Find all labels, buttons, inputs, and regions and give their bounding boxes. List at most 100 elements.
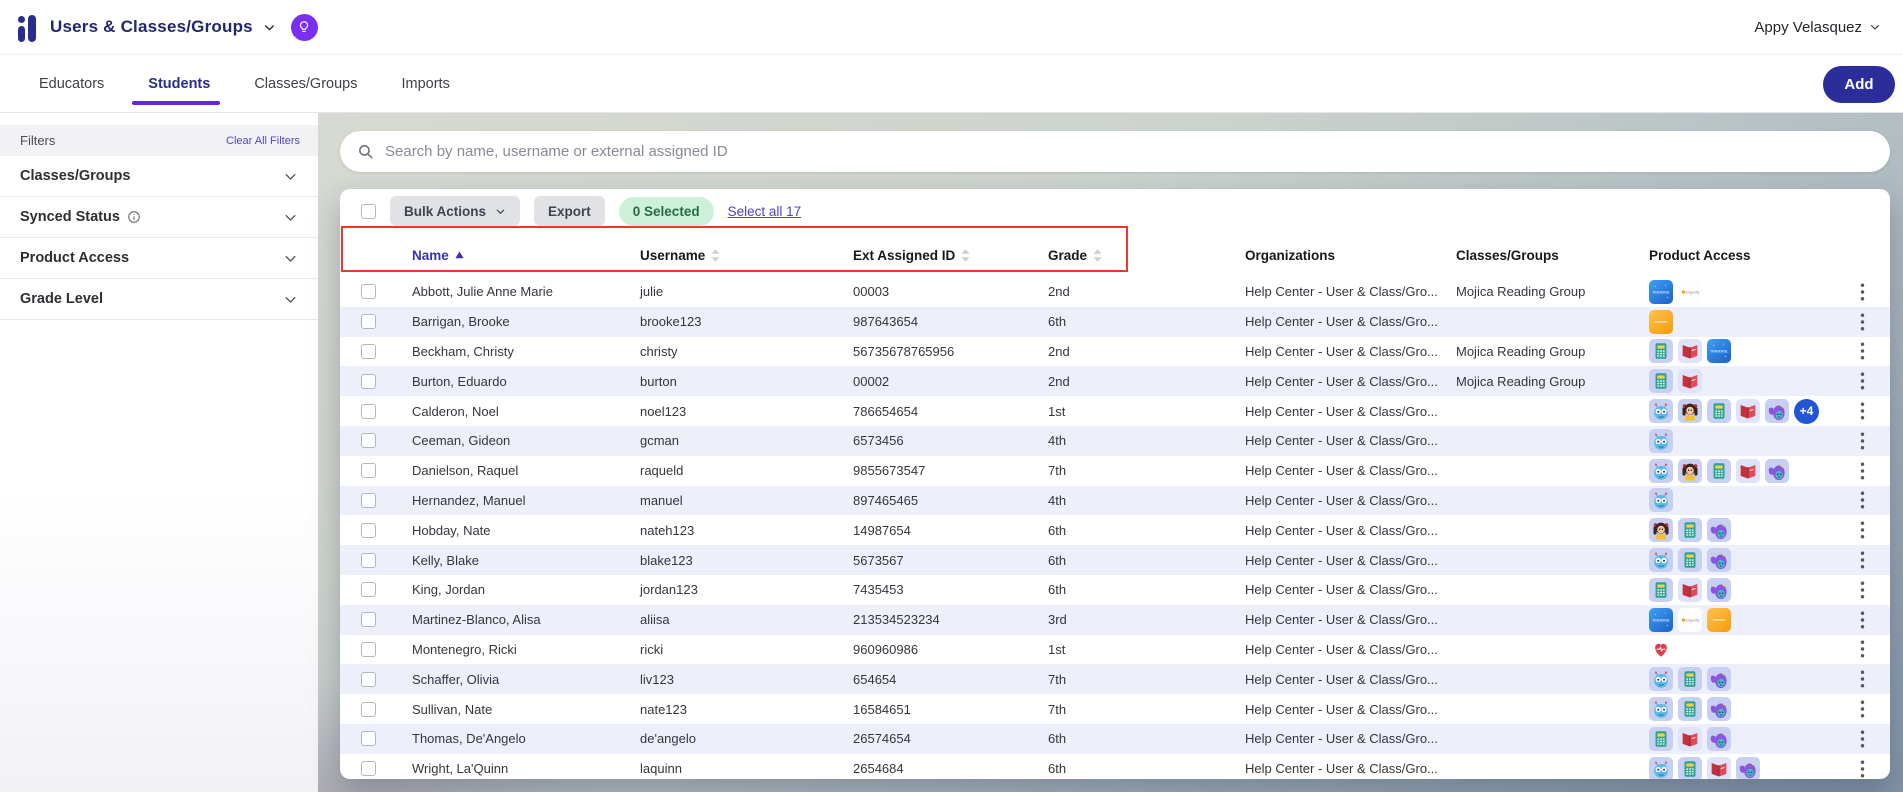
row-checkbox[interactable] <box>361 463 376 478</box>
column-header-ext-assigned-id[interactable]: Ext Assigned ID <box>837 248 1032 263</box>
calculator-product-icon <box>1707 399 1731 423</box>
cell-username: nateh123 <box>624 523 837 538</box>
cell-name: Montenegro, Ricki <box>396 642 624 657</box>
cell-ext-id: 654654 <box>837 672 1032 687</box>
row-checkbox[interactable] <box>361 672 376 687</box>
row-kebab-menu-icon[interactable] <box>1856 517 1869 543</box>
row-kebab-menu-icon[interactable] <box>1856 636 1869 662</box>
row-checkbox[interactable] <box>361 404 376 419</box>
row-kebab-menu-icon[interactable] <box>1856 696 1869 722</box>
row-kebab-menu-icon[interactable] <box>1856 338 1869 364</box>
column-header-name[interactable]: Name <box>396 248 624 263</box>
row-kebab-menu-icon[interactable] <box>1856 607 1869 633</box>
column-header-grade[interactable]: Grade <box>1032 248 1229 263</box>
bulk-actions-button[interactable]: Bulk Actions <box>390 196 520 226</box>
cell-organizations: Help Center - User & Class/Gro... <box>1229 284 1440 299</box>
purple-monster-product-icon <box>1765 459 1789 483</box>
cell-grade: 7th <box>1032 463 1229 478</box>
cell-organizations: Help Center - User & Class/Gro... <box>1229 582 1440 597</box>
row-checkbox[interactable] <box>361 344 376 359</box>
column-header-username[interactable]: Username <box>624 248 837 263</box>
export-button[interactable]: Export <box>534 196 605 226</box>
column-header-classes-groups: Classes/Groups <box>1440 248 1635 263</box>
purple-monster-product-icon <box>1707 518 1731 542</box>
heartbeat-product-icon <box>1649 637 1673 661</box>
select-all-link[interactable]: Select all 17 <box>728 204 802 219</box>
cell-organizations: Help Center - User & Class/Gro... <box>1229 523 1440 538</box>
row-checkbox[interactable] <box>361 284 376 299</box>
row-checkbox[interactable] <box>361 314 376 329</box>
red-book-product-icon <box>1707 757 1731 779</box>
main-panel: Bulk Actions Export 0 Selected Select al… <box>318 113 1903 792</box>
table-row: Burton, Eduardo burton 00002 2nd Help Ce… <box>340 366 1890 396</box>
row-kebab-menu-icon[interactable] <box>1856 756 1869 779</box>
cell-product-access <box>1635 548 1834 572</box>
svg-text:TRAVERSE: TRAVERSE <box>1652 290 1670 294</box>
cell-organizations: Help Center - User & Class/Gro... <box>1229 433 1440 448</box>
row-checkbox[interactable] <box>361 523 376 538</box>
row-kebab-menu-icon[interactable] <box>1856 458 1869 484</box>
add-button[interactable]: Add <box>1823 66 1895 103</box>
robot-product-icon <box>1649 488 1673 512</box>
orange-app-product-icon <box>1707 608 1731 632</box>
tab-imports[interactable]: Imports <box>399 57 451 111</box>
top-bar: Users & Classes/Groups Appy Velasquez <box>0 0 1903 54</box>
row-checkbox[interactable] <box>361 493 376 508</box>
row-kebab-menu-icon[interactable] <box>1856 666 1869 692</box>
row-checkbox[interactable] <box>361 642 376 657</box>
row-checkbox[interactable] <box>361 702 376 717</box>
tabs-bar: Educators Students Classes/Groups Import… <box>0 54 1903 113</box>
cell-username: laquinn <box>624 761 837 776</box>
row-checkbox[interactable] <box>361 374 376 389</box>
cell-name: Wright, La'Quinn <box>396 761 624 776</box>
filter-section-grade-level[interactable]: Grade Level <box>0 279 318 320</box>
search-input[interactable] <box>385 143 1873 160</box>
row-checkbox[interactable] <box>361 582 376 597</box>
page-title: Users & Classes/Groups <box>50 17 253 37</box>
cell-ext-id: 5673567 <box>837 553 1032 568</box>
row-checkbox[interactable] <box>361 433 376 448</box>
title-chevron-down-icon[interactable] <box>263 21 276 34</box>
tab-classes-groups[interactable]: Classes/Groups <box>252 57 359 111</box>
robot-product-icon <box>1649 757 1673 779</box>
cell-ext-id: 00003 <box>837 284 1032 299</box>
row-checkbox[interactable] <box>361 553 376 568</box>
tab-students[interactable]: Students <box>146 57 212 111</box>
svg-text:dragonfly: dragonfly <box>1685 618 1700 622</box>
svg-text:dragonfly: dragonfly <box>1685 291 1700 295</box>
cell-ext-id: 7435453 <box>837 582 1032 597</box>
row-checkbox[interactable] <box>361 761 376 776</box>
row-kebab-menu-icon[interactable] <box>1856 726 1869 752</box>
product-overflow-badge[interactable]: +4 <box>1794 399 1819 424</box>
row-kebab-menu-icon[interactable] <box>1856 309 1869 335</box>
table-row: Kelly, Blake blake123 5673567 6th Help C… <box>340 545 1890 575</box>
row-kebab-menu-icon[interactable] <box>1856 368 1869 394</box>
row-checkbox[interactable] <box>361 731 376 746</box>
cell-ext-id: 00002 <box>837 374 1032 389</box>
tab-educators[interactable]: Educators <box>37 57 106 111</box>
lightbulb-icon <box>297 20 311 34</box>
row-kebab-menu-icon[interactable] <box>1856 547 1869 573</box>
cell-ext-id: 960960986 <box>837 642 1032 657</box>
row-checkbox[interactable] <box>361 612 376 627</box>
robot-product-icon <box>1649 399 1673 423</box>
cell-username: manuel <box>624 493 837 508</box>
help-lightbulb-button[interactable] <box>291 14 318 41</box>
filter-section-classes-groups[interactable]: Classes/Groups <box>0 156 318 197</box>
row-kebab-menu-icon[interactable] <box>1856 577 1869 603</box>
filter-section-product-access[interactable]: Product Access <box>0 238 318 279</box>
row-kebab-menu-icon[interactable] <box>1856 428 1869 454</box>
girl-character-product-icon <box>1678 399 1702 423</box>
select-all-checkbox[interactable] <box>361 204 376 219</box>
cell-name: Martinez-Blanco, Alisa <box>396 612 624 627</box>
row-kebab-menu-icon[interactable] <box>1856 487 1869 513</box>
cell-name: Kelly, Blake <box>396 553 624 568</box>
cell-name: King, Jordan <box>396 582 624 597</box>
cell-organizations: Help Center - User & Class/Gro... <box>1229 612 1440 627</box>
user-menu[interactable]: Appy Velasquez <box>1754 0 1881 54</box>
row-kebab-menu-icon[interactable] <box>1856 279 1869 305</box>
row-kebab-menu-icon[interactable] <box>1856 398 1869 424</box>
chevron-down-icon <box>495 206 506 217</box>
filter-section-synced-status[interactable]: Synced Status <box>0 197 318 238</box>
clear-all-filters-link[interactable]: Clear All Filters <box>226 135 300 147</box>
